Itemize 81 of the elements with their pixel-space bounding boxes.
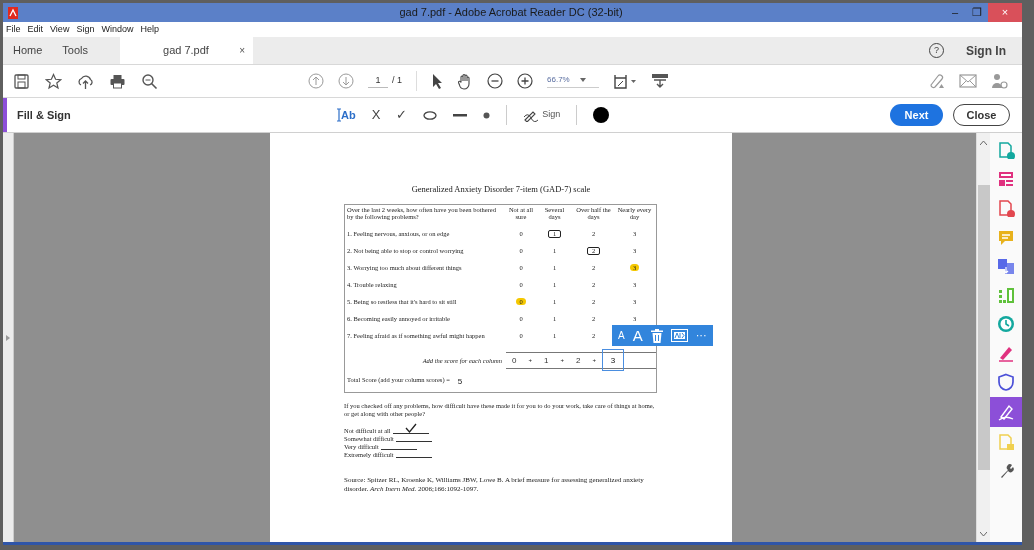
cloud-upload-icon[interactable]: [77, 72, 94, 90]
tool-button[interactable]: [997, 373, 1015, 391]
next-button[interactable]: Next: [890, 104, 943, 126]
mail-icon[interactable]: [959, 74, 977, 88]
menu-item[interactable]: Sign: [76, 22, 95, 37]
clock-icon: [997, 315, 1015, 333]
search-icon[interactable]: [141, 72, 158, 90]
trash-icon[interactable]: [650, 328, 663, 343]
window-title: gad 7.pdf - Adobe Acrobat Reader DC (32-bit): [399, 5, 623, 21]
tab[interactable]: gad 7.pdf ×: [120, 37, 254, 64]
page-number-field[interactable]: 1: [368, 73, 388, 89]
tool-button[interactable]: [997, 257, 1015, 275]
page-count: / 1: [392, 74, 402, 88]
comment-icon: [997, 228, 1015, 246]
more-options-button[interactable]: ···: [695, 327, 707, 344]
sign-tool[interactable]: Sign: [523, 108, 561, 122]
page-fit-icon[interactable]: [613, 72, 637, 90]
tab[interactable]: Home: [3, 37, 53, 64]
document-plus-icon: [997, 199, 1015, 217]
line-tool-icon[interactable]: [453, 113, 468, 117]
layout-icon: [997, 170, 1015, 188]
documents-icon: [997, 257, 1015, 275]
zoom-dropdown[interactable]: 66.7%: [547, 74, 599, 88]
sign-in-link[interactable]: Sign In: [966, 41, 1006, 60]
check-icon: [404, 423, 417, 434]
shield-icon: [997, 373, 1015, 391]
scroll-thumb[interactable]: [977, 185, 990, 470]
sum-field[interactable]: 2: [569, 355, 587, 365]
dot-tool-icon[interactable]: [483, 111, 491, 119]
link-icon[interactable]: [927, 73, 945, 89]
decrease-font-button[interactable]: A: [618, 328, 625, 343]
sum-field[interactable]: 1: [537, 355, 555, 365]
caret-icon: [579, 78, 586, 82]
sum-field[interactable]: 3: [601, 349, 624, 372]
star-icon[interactable]: [45, 72, 62, 90]
print-icon[interactable]: [109, 72, 126, 90]
menu-item[interactable]: Edit: [27, 22, 44, 37]
menu-item[interactable]: View: [50, 22, 70, 37]
add-text-tool[interactable]: Ab: [337, 106, 356, 124]
color-swatch[interactable]: [593, 107, 610, 123]
zoom-out-icon[interactable]: [487, 73, 503, 89]
restore-button[interactable]: ❐: [966, 3, 988, 22]
cursor-icon[interactable]: [431, 73, 443, 89]
tool-button[interactable]: [997, 199, 1015, 217]
signature-pen-icon: [997, 403, 1015, 421]
tab[interactable]: Tools: [52, 37, 99, 64]
tool-button[interactable]: [997, 344, 1015, 362]
accent-bar: [3, 98, 7, 132]
app-icon: [8, 6, 18, 19]
hand-icon[interactable]: [457, 72, 473, 90]
answer-line[interactable]: [392, 426, 429, 435]
compress-icon: [997, 286, 1015, 304]
tab-close-button[interactable]: ×: [239, 43, 246, 58]
document-icon: [997, 433, 1015, 451]
document-title: Generalized Anxiety Disorder 7-item (GAD-7) scale: [410, 183, 592, 196]
ellipse-tool-icon[interactable]: [423, 110, 438, 120]
menu-item[interactable]: Help: [140, 22, 159, 37]
scroll-mode-icon[interactable]: [651, 73, 669, 89]
panel-title: Fill & Sign: [17, 107, 72, 123]
document-plus-icon: [997, 141, 1015, 159]
text-cursor-icon: [337, 108, 341, 122]
close-button[interactable]: ×: [988, 3, 1022, 22]
increase-font-button[interactable]: A: [632, 328, 643, 343]
scrollbar[interactable]: [976, 133, 990, 542]
total-field[interactable]: 5: [457, 376, 463, 386]
scroll-down-icon[interactable]: [980, 532, 987, 536]
sum-field[interactable]: 0: [506, 355, 523, 365]
check-tool[interactable]: ✓: [396, 105, 408, 125]
save-icon[interactable]: [13, 72, 30, 90]
cross-tool[interactable]: X: [371, 105, 381, 125]
tool-button[interactable]: [997, 170, 1015, 188]
selected-tool-button[interactable]: [990, 397, 1022, 427]
minimize-button[interactable]: –: [944, 3, 966, 22]
scroll-up-icon[interactable]: [980, 141, 987, 145]
menu-item[interactable]: File: [6, 22, 21, 37]
text-field-icon[interactable]: [670, 329, 688, 342]
menu-item[interactable]: Window: [101, 22, 134, 37]
zoom-in-icon[interactable]: [517, 73, 533, 89]
add-user-icon[interactable]: [991, 73, 1008, 89]
pen-icon: [997, 344, 1015, 362]
tool-button[interactable]: [997, 315, 1015, 333]
